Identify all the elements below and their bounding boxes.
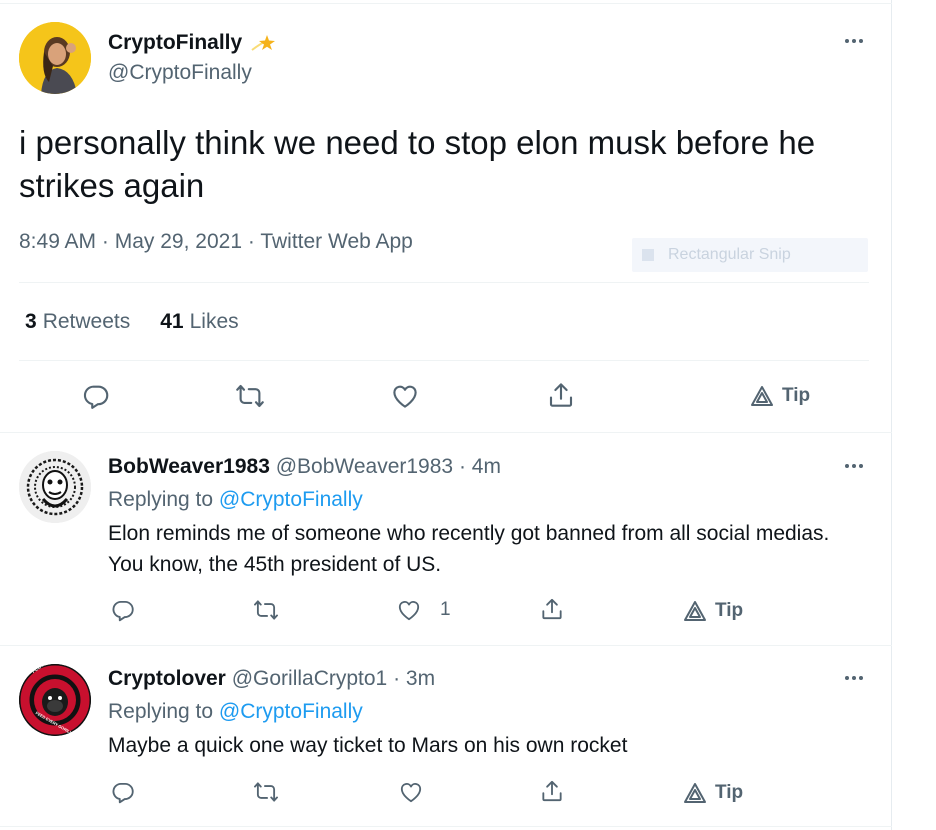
tip-label: Tip [715,782,744,803]
share-icon [542,780,562,802]
reply-more-button[interactable] [840,456,868,476]
more-icon [845,39,849,43]
reply-icon [112,600,134,622]
reply-button[interactable] [108,596,138,624]
likes-stat[interactable]: 41 Likes [160,310,238,334]
reply-icon [83,385,109,409]
top-divider [0,3,892,4]
reply-header: Cryptolover @GorillaCrypto1 · 3m [108,667,435,691]
snip-icon [642,249,654,261]
likes-count: 41 [160,310,184,333]
retweet-icon [236,384,264,408]
avatar-bobweaver[interactable] [19,451,91,523]
main-display-name[interactable]: CryptoFinally [108,31,276,55]
retweet-button[interactable] [232,380,268,412]
reply-display-name[interactable]: BobWeaver1983 [108,455,270,478]
replying-prefix: Replying to [108,488,214,511]
like-count: 1 [440,599,451,620]
reply-display-name[interactable]: Cryptolover [108,667,226,690]
share-icon [542,598,562,620]
display-name-text: CryptoFinally [108,31,243,54]
meta-separator: · [101,230,109,253]
more-icon [845,464,849,468]
share-button[interactable] [537,776,567,806]
heart-icon [393,385,417,408]
heart-icon [398,601,420,621]
tip-button[interactable]: Tip [683,597,743,625]
engagement-stats: 3 Retweets 41 Likes [25,310,239,334]
reply-handle[interactable]: @BobWeaver1983 [276,455,453,478]
tweet-metadata: 8:49 AM · May 29, 2021 · Twitter Web App [19,230,413,254]
more-options-button[interactable] [840,31,868,51]
tip-button[interactable]: Tip [683,779,743,807]
more-icon [845,676,849,680]
tweet-source[interactable]: Twitter Web App [260,230,413,253]
reply-header: BobWeaver1983 @BobWeaver1983 · 4m [108,455,501,479]
share-button[interactable] [543,378,579,412]
shooting-star-icon [250,32,276,54]
retweets-stat[interactable]: 3 Retweets [25,310,130,334]
main-tweet-text: i personally think we need to stop elon … [19,124,816,204]
divider [0,645,892,646]
meta-separator: · [247,230,255,253]
snip-overlay: Rectangular Snip [632,238,868,272]
reply-time[interactable]: · 4m [459,455,501,478]
avatar-cryptofinally[interactable] [19,22,91,94]
replying-prefix: Replying to [108,700,214,723]
replying-to: Replying to @CryptoFinally [108,700,363,724]
tip-button[interactable]: Tip [750,382,810,410]
tip-icon [684,783,706,803]
tweet-date[interactable]: May 29, 2021 [115,230,242,253]
tip-icon [751,386,773,406]
snip-label: Rectangular Snip [668,246,791,263]
reply-more-button[interactable] [840,668,868,688]
retweet-button[interactable] [251,596,281,624]
reply-button[interactable] [78,380,114,412]
retweet-button[interactable] [251,778,281,806]
retweet-icon [254,600,278,620]
retweet-icon [254,782,278,802]
avatar-cryptolover[interactable]: FEGTOKEN.COM FEED EVERY GORILLA [19,664,91,736]
retweets-count: 3 [25,310,37,333]
tweet-column: CryptoFinally @CryptoFinally i personall… [0,0,892,830]
share-button[interactable] [537,594,567,624]
divider [19,360,869,361]
divider [0,826,892,827]
retweets-label: Retweets [42,310,131,333]
tip-icon [684,601,706,621]
replying-to-link[interactable]: @CryptoFinally [219,700,363,723]
reply-button[interactable] [108,778,138,806]
like-button[interactable] [387,380,423,412]
divider [0,432,892,433]
like-button[interactable]: 1 [396,596,451,624]
tip-label: Tip [715,600,744,621]
replying-to-link[interactable]: @CryptoFinally [219,488,363,511]
like-button[interactable] [396,778,426,806]
tweet-time[interactable]: 8:49 AM [19,230,96,253]
reply-handle[interactable]: @GorillaCrypto1 [232,667,388,690]
divider [19,282,869,283]
reply-text: Maybe a quick one way ticket to Mars on … [108,734,628,757]
tip-label: Tip [782,385,811,406]
heart-icon [400,783,422,803]
share-icon [549,383,573,407]
replying-to: Replying to @CryptoFinally [108,488,363,512]
main-handle[interactable]: @CryptoFinally [108,61,252,85]
reply-icon [112,782,134,804]
reply-text: Elon reminds me of someone who recently … [108,522,830,576]
likes-label: Likes [189,310,239,333]
reply-time[interactable]: · 3m [393,667,435,690]
